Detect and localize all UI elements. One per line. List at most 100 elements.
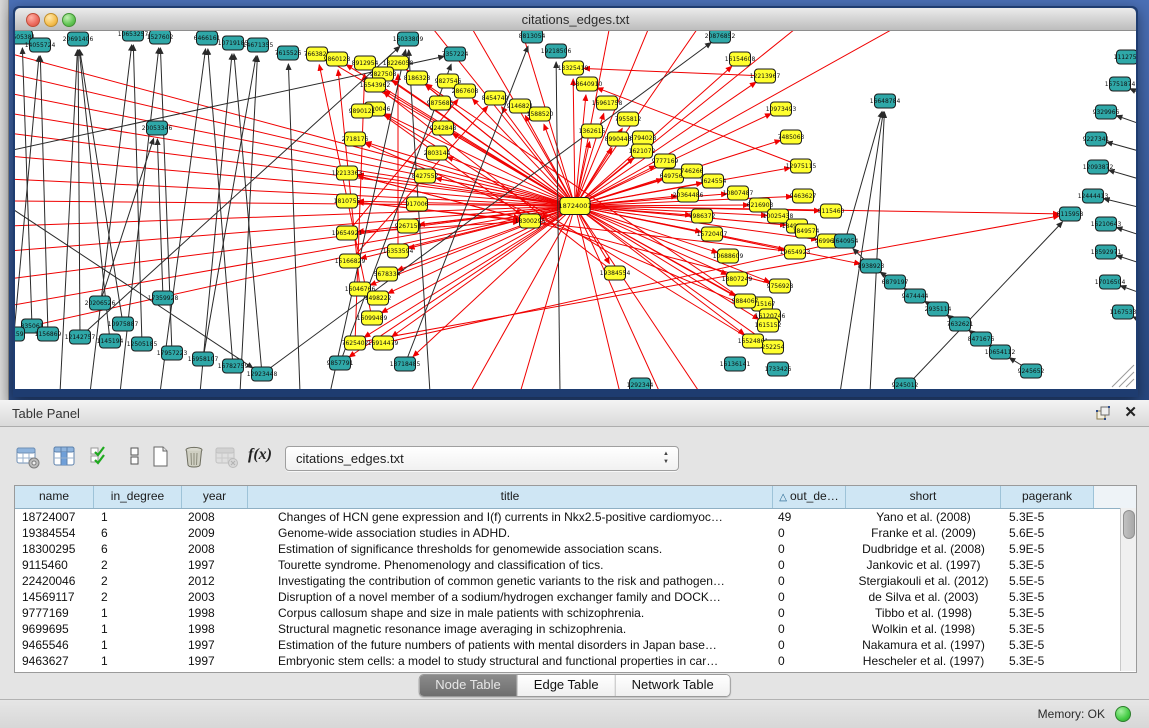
table-row[interactable]: 1872400712008Changes of HCN gene express… <box>15 509 1136 525</box>
table-cell[interactable]: 9115460 <box>15 557 94 573</box>
table-cell[interactable]: 14569117 <box>15 589 94 605</box>
table-cell[interactable]: 5.3E-5 <box>1001 637 1094 653</box>
graph-edge[interactable] <box>350 106 488 261</box>
table-cell[interactable]: 1 <box>94 637 182 653</box>
table-row[interactable]: 1830029562008Estimation of significance … <box>15 541 1136 557</box>
table-row[interactable]: 1456911722003Disruption of a novel membe… <box>15 589 1136 605</box>
graph-edge[interactable] <box>15 93 575 206</box>
table-cell[interactable]: 9463627 <box>15 653 94 669</box>
table-selector-dropdown[interactable]: citations_edges.txt ▲▼ <box>285 446 679 471</box>
graph-edge[interactable] <box>1130 89 1136 96</box>
table-cell[interactable]: 0 <box>773 589 846 605</box>
table-cell[interactable]: 2009 <box>182 525 248 541</box>
graph-edge[interactable] <box>15 156 575 206</box>
table-cell[interactable]: 18724007 <box>15 509 94 525</box>
column-header-out_de[interactable]: △out_de… <box>773 486 846 508</box>
table-cell[interactable]: Yano et al. (2008) <box>846 509 1001 525</box>
table-cell[interactable]: 1998 <box>182 621 248 637</box>
table-cell[interactable]: 0 <box>773 653 846 669</box>
table-cell[interactable]: 5.3E-5 <box>1001 653 1094 669</box>
graph-edge[interactable] <box>1107 142 1136 153</box>
table-cell[interactable]: 0 <box>773 605 846 621</box>
table-cell[interactable]: 9699695 <box>15 621 94 637</box>
memory-status-indicator[interactable] <box>1115 706 1131 722</box>
table-cell[interactable]: Dudbridge et al. (2008) <box>846 541 1001 557</box>
table-cell[interactable]: 2008 <box>182 509 248 525</box>
graph-edge[interactable] <box>15 206 575 331</box>
new-column-icon[interactable] <box>146 444 174 470</box>
scrollbar-thumb[interactable] <box>1123 510 1135 539</box>
graph-edge[interactable] <box>1109 170 1136 181</box>
graph-edge[interactable] <box>520 206 575 389</box>
table-cell[interactable]: 1 <box>94 653 182 669</box>
table-cell[interactable]: Changes of HCN gene expression and I(f) … <box>248 509 773 525</box>
graph-edge[interactable] <box>160 48 172 353</box>
graph-edge[interactable] <box>1116 116 1136 126</box>
float-panel-icon[interactable] <box>1095 405 1111 421</box>
graph-edge[interactable] <box>157 139 163 298</box>
graph-edge[interactable] <box>240 56 257 389</box>
table-row[interactable]: 946362711997Embryonic stem cells: a mode… <box>15 653 1136 669</box>
graph-edge[interactable] <box>347 99 458 233</box>
table-cell[interactable]: Corpus callosum shape and size in male p… <box>248 605 773 621</box>
table-cell[interactable]: 1 <box>94 621 182 637</box>
table-cell[interactable]: 5.3E-5 <box>1001 589 1094 605</box>
table-row[interactable]: 2242004622012Investigating the contribut… <box>15 573 1136 589</box>
graph-edge[interactable] <box>133 45 142 344</box>
table-cell[interactable]: 5.5E-5 <box>1001 573 1094 589</box>
table-row[interactable]: 1938455462009Genome-wide association stu… <box>15 525 1136 541</box>
table-cell[interactable]: 1998 <box>182 605 248 621</box>
vertical-scrollbar[interactable] <box>1120 508 1136 671</box>
graph-edge[interactable] <box>1104 199 1136 209</box>
graph-edge[interactable] <box>15 56 39 334</box>
graph-edge[interactable] <box>288 64 300 389</box>
row-layout-icon[interactable] <box>120 444 148 470</box>
table-cell[interactable]: 2003 <box>182 589 248 605</box>
tab-edge-table[interactable]: Edge Table <box>518 675 616 696</box>
table-cell[interactable]: 9465546 <box>15 637 94 653</box>
table-cell[interactable]: de Silva et al. (2003) <box>846 589 1001 605</box>
table-row[interactable]: 969969511998Structural magnetic resonanc… <box>15 621 1136 637</box>
table-cell[interactable]: 22420046 <box>15 573 94 589</box>
table-row[interactable]: 977716911998Corpus callosum shape and si… <box>15 605 1136 621</box>
graph-edge[interactable] <box>1116 227 1136 237</box>
column-header-in_degree[interactable]: in_degree <box>94 486 182 508</box>
table-cell[interactable]: Hescheler et al. (1997) <box>846 653 1001 669</box>
graph-edge[interactable] <box>845 112 882 241</box>
table-cell[interactable]: Nakamura et al. (1997) <box>846 637 1001 653</box>
tab-network-table[interactable]: Network Table <box>616 675 730 696</box>
table-cell[interactable]: 9777169 <box>15 605 94 621</box>
table-cell[interactable]: 0 <box>773 573 846 589</box>
table-cell[interactable]: 1997 <box>182 653 248 669</box>
delete-column-icon[interactable] <box>180 444 208 470</box>
table-cell[interactable]: 2 <box>94 589 182 605</box>
table-cell[interactable]: Genome-wide association studies in ADHD. <box>248 525 773 541</box>
table-tabs[interactable]: Node TableEdge TableNetwork Table <box>418 674 731 697</box>
table-cell[interactable]: Tourette syndrome. Phenomenology and cla… <box>248 557 773 573</box>
table-mode-icon[interactable] <box>14 444 42 470</box>
graph-edge[interactable] <box>319 65 372 318</box>
table-cell[interactable]: Disruption of a novel member of a sodium… <box>248 589 773 605</box>
network-window-titlebar[interactable]: citations_edges.txt <box>15 8 1136 31</box>
table-cell[interactable]: 5.9E-5 <box>1001 541 1094 557</box>
function-builder-icon[interactable]: f(x) <box>248 446 276 472</box>
tab-node-table[interactable]: Node Table <box>419 675 518 696</box>
column-header-name[interactable]: name <box>15 486 94 508</box>
table-cell[interactable]: 19384554 <box>15 525 94 541</box>
table-cell[interactable]: 0 <box>773 621 846 637</box>
table-cell[interactable]: 2012 <box>182 573 248 589</box>
table-cell[interactable]: 2 <box>94 573 182 589</box>
graph-edge[interactable] <box>573 79 575 206</box>
table-cell[interactable]: Wolkin et al. (1998) <box>846 621 1001 637</box>
table-cell[interactable]: 5.3E-5 <box>1001 557 1094 573</box>
table-cell[interactable]: Estimation of the future numbers of pati… <box>248 637 773 653</box>
table-row[interactable]: 946554611997Estimation of the future num… <box>15 637 1136 653</box>
table-cell[interactable]: Investigating the contribution of common… <box>248 573 773 589</box>
table-cell[interactable]: 0 <box>773 541 846 557</box>
column-header-title[interactable]: title <box>248 486 773 508</box>
table-cell[interactable]: 0 <box>773 525 846 541</box>
table-body[interactable]: 18724007 1 2008Changes of HCN gene express… <box>15 509 1136 669</box>
table-cell[interactable]: 6 <box>94 525 182 541</box>
node-table[interactable]: namein_degreeyeartitle△out_de…shortpager… <box>14 485 1137 673</box>
graph-edge[interactable] <box>1116 255 1136 265</box>
